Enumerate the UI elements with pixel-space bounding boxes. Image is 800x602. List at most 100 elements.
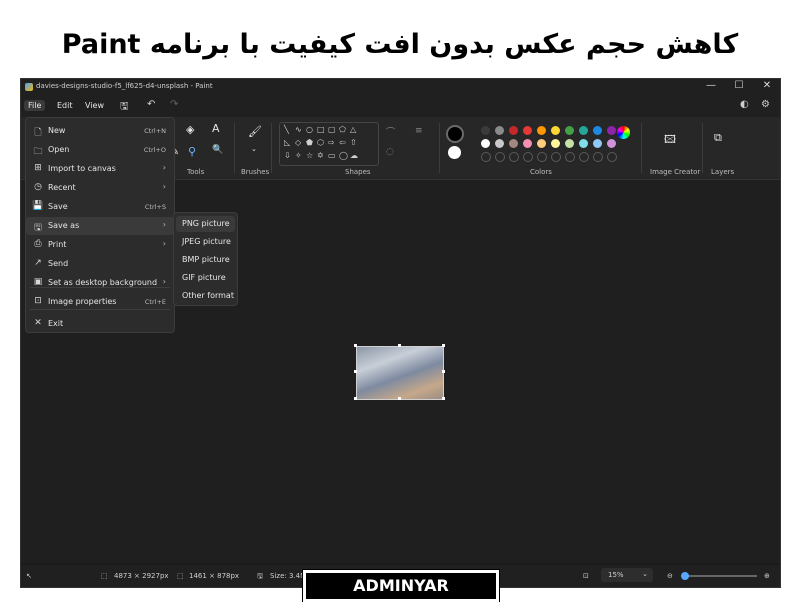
save-as-bmp-picture[interactable]: BMP picture — [176, 252, 235, 268]
color-swatch[interactable] — [579, 126, 588, 135]
callout-oval-icon[interactable]: ◯ — [339, 151, 348, 160]
rectangle-shape-icon[interactable]: □ — [317, 125, 325, 134]
shapes-gallery[interactable]: ╲ ∿ ○ □ ▢ ⬠ △ ◺ ◇ ⬟ ⬡ ⇨ ⇦ ⇧ ⇩ ✧ ☆ ✡ ▭ ◯ … — [279, 122, 379, 166]
color-swatch[interactable] — [481, 139, 490, 148]
line-shape-icon[interactable]: ╲ — [284, 125, 289, 134]
color-swatch[interactable] — [565, 139, 574, 148]
up-arrow-shape-icon[interactable]: ⇧ — [350, 138, 357, 147]
file-menu-item-print[interactable]: ⎙ Print › — [26, 236, 174, 254]
zoom-slider[interactable] — [681, 572, 757, 580]
down-arrow-shape-icon[interactable]: ⇩ — [284, 151, 291, 160]
empty-color-slot[interactable] — [579, 152, 589, 162]
outline-icon[interactable]: ⌒ — [386, 125, 395, 138]
empty-color-slot[interactable] — [537, 152, 547, 162]
color-swatch[interactable] — [537, 139, 546, 148]
layers-icon[interactable]: ⧉ — [714, 131, 722, 145]
hexagon-shape-icon[interactable]: ⬡ — [317, 138, 324, 147]
five-point-star-icon[interactable]: ☆ — [306, 151, 313, 160]
color-swatch[interactable] — [523, 126, 532, 135]
redo-icon[interactable]: ↷ — [170, 99, 178, 110]
primary-color-swatch[interactable] — [446, 125, 464, 143]
color-swatch[interactable] — [523, 139, 532, 148]
six-point-star-icon[interactable]: ✡ — [317, 151, 324, 160]
settings-gear-icon[interactable]: ⚙ — [761, 99, 770, 110]
empty-color-slot[interactable] — [565, 152, 575, 162]
edit-colors-icon[interactable] — [617, 126, 630, 139]
file-menu-button[interactable]: File — [24, 100, 46, 111]
save-as-jpeg-picture[interactable]: JPEG picture — [176, 234, 235, 250]
zoom-slider-thumb[interactable] — [681, 572, 689, 580]
color-swatch[interactable] — [509, 126, 518, 135]
color-swatch[interactable] — [495, 126, 504, 135]
color-swatch[interactable] — [495, 139, 504, 148]
empty-color-slot[interactable] — [523, 152, 533, 162]
empty-color-slot[interactable] — [481, 152, 491, 162]
resize-handle[interactable] — [442, 397, 445, 400]
magnifier-icon[interactable]: 🔍 — [212, 145, 223, 155]
left-arrow-shape-icon[interactable]: ⇦ — [339, 138, 346, 147]
curve-shape-icon[interactable]: ∿ — [295, 125, 302, 134]
view-menu-button[interactable]: View — [81, 100, 108, 111]
save-as-gif-picture[interactable]: GIF picture — [176, 270, 235, 286]
zoom-out-icon[interactable]: ⊖ — [667, 572, 673, 580]
four-point-star-icon[interactable]: ✧ — [295, 151, 302, 160]
triangle-shape-icon[interactable]: △ — [350, 125, 356, 134]
color-swatch[interactable] — [537, 126, 546, 135]
pentagon-shape-icon[interactable]: ⬟ — [306, 138, 313, 147]
save-icon[interactable]: 🖫 — [120, 99, 129, 116]
fill-bucket-icon[interactable]: ◈ — [186, 123, 194, 136]
resize-handle[interactable] — [398, 397, 401, 400]
file-menu-item-import-to-canvas[interactable]: ⊞ Import to canvas › — [26, 160, 174, 178]
brush-icon[interactable]: 🖌 — [248, 125, 262, 138]
empty-color-slot[interactable] — [495, 152, 505, 162]
color-swatch[interactable] — [607, 126, 616, 135]
file-menu-item-open[interactable]: 🗀 Open Ctrl+O — [26, 141, 174, 159]
save-as-png-picture[interactable]: PNG picture — [176, 216, 235, 232]
file-menu-item-send[interactable]: ↗ Send — [26, 255, 174, 273]
diamond-shape-icon[interactable]: ◇ — [295, 138, 301, 147]
file-menu-item-save-as[interactable]: 🖫 Save as › — [26, 217, 174, 235]
empty-color-slot[interactable] — [607, 152, 617, 162]
color-swatch[interactable] — [509, 139, 518, 148]
resize-handle[interactable] — [354, 344, 357, 347]
resize-handle[interactable] — [354, 370, 357, 373]
color-swatch[interactable] — [593, 126, 602, 135]
file-menu-item-exit[interactable]: ✕ Exit — [26, 315, 174, 333]
color-swatch[interactable] — [565, 126, 574, 135]
save-as-other-format[interactable]: Other format — [176, 288, 235, 304]
callout-rect-icon[interactable]: ▭ — [328, 151, 336, 160]
file-menu-item-save[interactable]: 💾 Save Ctrl+S — [26, 198, 174, 216]
empty-color-slot[interactable] — [551, 152, 561, 162]
right-arrow-shape-icon[interactable]: ⇨ — [328, 138, 335, 147]
resize-handle[interactable] — [398, 344, 401, 347]
fill-icon[interactable]: ◌ — [386, 147, 394, 157]
minimize-button[interactable]: — — [704, 80, 718, 91]
polygon-shape-icon[interactable]: ⬠ — [339, 125, 346, 134]
resize-handle[interactable] — [354, 397, 357, 400]
zoom-in-icon[interactable]: ⊕ — [764, 572, 770, 580]
file-menu-item-new[interactable]: 🗋 New Ctrl+N — [26, 122, 174, 140]
selected-image[interactable] — [356, 346, 444, 400]
color-swatch[interactable] — [593, 139, 602, 148]
edit-menu-button[interactable]: Edit — [53, 100, 77, 111]
color-swatch[interactable] — [551, 139, 560, 148]
color-picker-icon[interactable]: ⚲ — [188, 145, 196, 158]
right-triangle-shape-icon[interactable]: ◺ — [284, 138, 290, 147]
size-icon[interactable]: ≡ — [415, 126, 423, 136]
file-menu-item-recent[interactable]: ◷ Recent › — [26, 179, 174, 197]
callout-cloud-icon[interactable]: ☁ — [350, 151, 358, 160]
rounded-rect-shape-icon[interactable]: ▢ — [328, 125, 336, 134]
resize-handle[interactable] — [442, 344, 445, 347]
zoom-select[interactable]: 15% ⌄ — [601, 568, 653, 582]
close-button[interactable]: ✕ — [760, 80, 774, 91]
text-tool-icon[interactable]: A — [212, 122, 220, 135]
oval-shape-icon[interactable]: ○ — [306, 125, 313, 134]
resize-handle[interactable] — [442, 370, 445, 373]
brush-dropdown-chevron-icon[interactable]: ⌄ — [251, 145, 257, 153]
image-creator-icon[interactable]: 🖾 — [664, 131, 676, 150]
color-swatch[interactable] — [551, 126, 560, 135]
color-swatch[interactable] — [579, 139, 588, 148]
account-icon[interactable]: ◐ — [740, 99, 749, 110]
maximize-button[interactable]: ☐ — [732, 80, 746, 91]
color-swatch[interactable] — [607, 139, 616, 148]
